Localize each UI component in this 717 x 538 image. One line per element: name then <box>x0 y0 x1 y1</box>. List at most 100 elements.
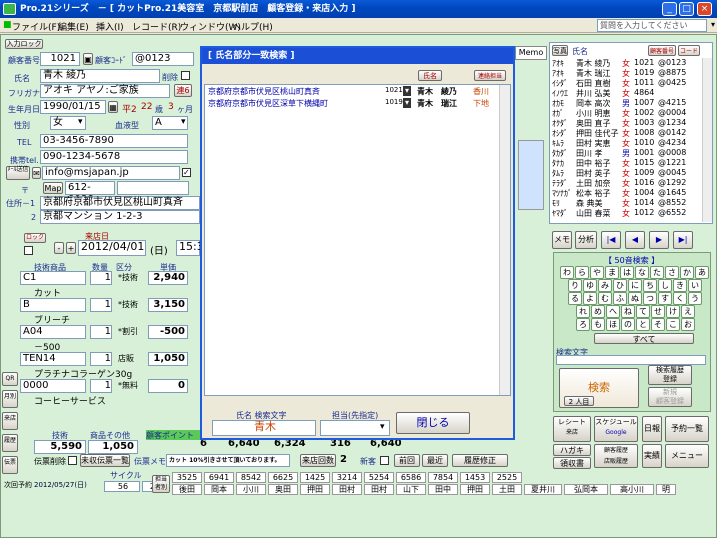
sort-no-button[interactable]: 顧客番号 <box>648 45 676 56</box>
kana-key[interactable]: と <box>636 318 650 331</box>
strip-name[interactable]: 後田 <box>172 484 202 495</box>
birth-field[interactable]: 1990/01/15 <box>40 100 106 114</box>
kana-key[interactable]: た <box>650 266 664 279</box>
line-code-field[interactable]: 0000 <box>20 379 86 393</box>
kana-key[interactable]: つ <box>643 292 657 305</box>
kana-key[interactable]: あ <box>695 266 709 279</box>
prev-visit-button[interactable]: 前回 <box>394 454 420 467</box>
results-button[interactable]: 実績 <box>642 444 662 468</box>
strip-name[interactable]: 高小川 <box>610 484 654 495</box>
kana-key[interactable]: ゆ <box>583 279 597 292</box>
kana-key[interactable]: て <box>636 305 650 318</box>
dialog-contact-button[interactable]: 連絡担当 <box>474 70 506 81</box>
customer-history-button[interactable]: 顧客履歴 店販履歴 <box>594 444 638 468</box>
kana-key[interactable]: す <box>658 292 672 305</box>
new-customer-checkbox[interactable] <box>380 456 389 465</box>
strip-name[interactable]: 岡本 <box>204 484 234 495</box>
mail-send-button[interactable]: ﾒｰﾙ送信 <box>6 166 30 180</box>
mail-field[interactable]: info@msjapan.jp <box>42 166 180 180</box>
kana-key[interactable]: し <box>658 279 672 292</box>
kana-key[interactable]: お <box>681 318 695 331</box>
kana-key[interactable]: け <box>666 305 680 318</box>
list-scrollbar[interactable] <box>702 58 712 222</box>
kana-key[interactable]: み <box>598 279 612 292</box>
strip-name[interactable]: 山下 <box>396 484 426 495</box>
search-text-field[interactable] <box>556 355 706 365</box>
kana-key[interactable]: こ <box>666 318 680 331</box>
menu-file[interactable]: ファイル(F) <box>12 20 60 33</box>
menu-help[interactable]: ヘルプ(H) <box>232 20 273 33</box>
kana-key[interactable]: ち <box>643 279 657 292</box>
menu-edit[interactable]: 編集(E) <box>58 20 89 33</box>
mobile-field[interactable]: 090-1234-5678 <box>40 150 188 164</box>
staff-view-button[interactable]: 担当者別 <box>152 475 170 493</box>
staff-dropdown-icon[interactable]: ▾ <box>380 422 385 432</box>
kana-key[interactable]: は <box>620 266 634 279</box>
menu-insert[interactable]: 挿入(I) <box>96 20 124 33</box>
line-qty-field[interactable]: 1 <box>90 352 112 366</box>
result-scrollbar[interactable] <box>499 85 510 395</box>
kana-key[interactable]: る <box>568 292 582 305</box>
kana-field[interactable]: アオキ アヤノ:ご家族 <box>40 84 170 98</box>
tab-qr[interactable]: QR <box>2 372 18 386</box>
menu-record[interactable]: レコード(R) <box>132 20 181 33</box>
kana-key[interactable]: せ <box>651 305 665 318</box>
next-record-button[interactable]: ▶ <box>649 231 669 249</box>
blood-dropdown-icon[interactable]: ▾ <box>181 117 186 127</box>
reservations-button[interactable]: 予約一覧 <box>665 416 709 442</box>
first-record-button[interactable]: |◀ <box>601 231 621 249</box>
link-button[interactable]: 連6 <box>174 84 192 97</box>
name-field[interactable]: 青木 綾乃 <box>40 69 160 83</box>
tel-field[interactable]: 03-3456-7890 <box>40 134 188 148</box>
kana-key[interactable]: う <box>688 292 702 305</box>
strip-name[interactable]: 押田 <box>460 484 490 495</box>
no-picker-button[interactable]: ▣ <box>83 53 93 65</box>
date-minus-button[interactable]: - <box>54 242 64 254</box>
line-code-field[interactable]: TEN14 <box>20 352 86 366</box>
schedule-button[interactable]: スケジュール Google <box>594 416 638 442</box>
kana-key[interactable]: の <box>621 318 635 331</box>
customer-list-item[interactable]: ﾔﾏﾀﾞ 山田 春菜 女 1012 @6552 <box>552 208 699 219</box>
date-plus-button[interactable]: + <box>66 242 76 254</box>
result-pick-icon[interactable]: ▾ <box>403 86 411 96</box>
kana-key[interactable]: き <box>673 279 687 292</box>
daily-report-button[interactable]: 日報 <box>642 416 662 442</box>
zip-extra-field[interactable] <box>117 181 189 195</box>
customer-no-field[interactable]: 1021 <box>40 52 80 66</box>
history-edit-button[interactable]: 履歴修正 <box>452 454 508 467</box>
strip-name[interactable]: 田村 <box>364 484 394 495</box>
analysis-button[interactable]: 分析 <box>575 231 597 249</box>
line-qty-field[interactable]: 1 <box>90 325 112 339</box>
last-record-button[interactable]: ▶| <box>673 231 693 249</box>
all-button[interactable]: すべて <box>594 333 694 344</box>
strip-name[interactable]: 押田 <box>300 484 330 495</box>
strip-name[interactable]: 弘岡本 <box>564 484 608 495</box>
mail-icon[interactable]: ✉ <box>32 167 41 179</box>
kana-key[interactable]: な <box>635 266 649 279</box>
kana-key[interactable]: ね <box>621 305 635 318</box>
result-row[interactable]: 京都府京都市伏見区深草下横縄町 1019 ▾ 青木 瑞江 下地 <box>205 98 495 110</box>
line-price[interactable]: 1,050 <box>148 352 188 366</box>
map-button[interactable]: Map <box>43 182 63 194</box>
memo-button[interactable]: メモ <box>552 231 572 249</box>
kana-key[interactable]: や <box>590 266 604 279</box>
line-price[interactable]: 3,150 <box>148 298 188 312</box>
input-lock-button[interactable]: 入力ロック <box>5 39 43 49</box>
line-qty-field[interactable]: 1 <box>90 298 112 312</box>
tab-visit[interactable]: 来店 <box>2 412 18 430</box>
kana-key[interactable]: よ <box>583 292 597 305</box>
kana-key[interactable]: ひ <box>613 279 627 292</box>
kana-key[interactable]: さ <box>665 266 679 279</box>
kana-key[interactable]: へ <box>606 305 620 318</box>
strip-name[interactable]: 田村 <box>332 484 362 495</box>
kana-key[interactable]: れ <box>576 305 590 318</box>
help-search-input[interactable]: 質問を入力してください <box>597 19 707 32</box>
history-save-button[interactable]: 検索履歴 登録 <box>648 365 692 385</box>
kana-key[interactable]: め <box>591 305 605 318</box>
strip-name[interactable]: 夏井川 <box>524 484 562 495</box>
help-dropdown-icon[interactable]: ▾ <box>711 20 715 29</box>
addr1-field[interactable]: 京都府京都市伏見区桃山町真斉 <box>40 196 200 210</box>
search-value-field[interactable]: 青木 <box>212 420 316 436</box>
dialog-name-button[interactable]: 氏名 <box>418 70 442 81</box>
receipt-print-button[interactable]: 領収書 <box>553 457 591 469</box>
